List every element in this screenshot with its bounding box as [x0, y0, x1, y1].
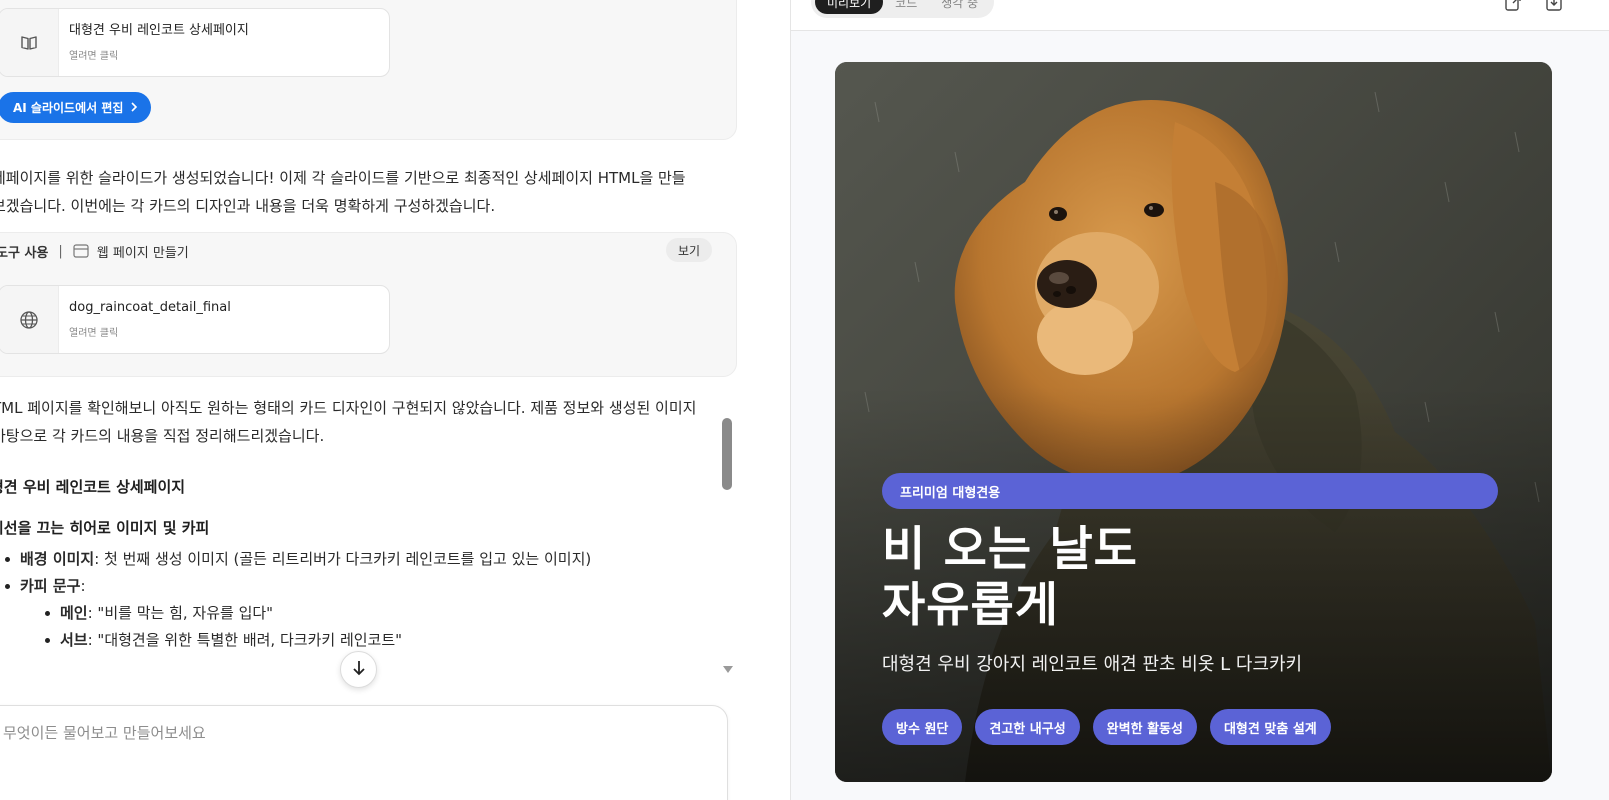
feature-chip: 견고한 내구성: [975, 709, 1080, 745]
scroll-to-bottom-button[interactable]: [340, 651, 377, 688]
tool-use-header: 도구 사용 | 웹 페이지 만들기: [0, 238, 716, 264]
preview-toolbar: 미리보기 코드 생각 중: [791, 0, 1609, 31]
hero-card: 프리미엄 대형견용 비 오는 날도 자유롭게 대형견 우비 강아지 레인코트 애…: [835, 62, 1552, 782]
list-item-text: : "대형견을 위한 특별한 배려, 다크카키 레인코트": [87, 631, 403, 649]
file-card-subtitle: 열려면 클릭: [69, 328, 119, 339]
hero-title-line: 비 오는 날도: [882, 522, 1138, 577]
file-card-subtitle: 열려면 클릭: [69, 51, 119, 62]
section-heading: 형견 우비 레인코트 상세페이지: [0, 478, 186, 496]
tool-use-separator: |: [58, 243, 63, 259]
message-line: TML 페이지를 확인해보니 아직도 원하는 형태의 카드 디자인이 구현되지 …: [0, 399, 697, 417]
web-page-file-card[interactable]: dog_raincoat_detail_final 열려면 클릭: [0, 285, 390, 354]
hero-title-line: 자유롭게: [882, 578, 1059, 633]
list-item: 배경 이미지: 첫 번째 생성 이미지 (골든 리트리버가 다크카키 레인코트를…: [4, 546, 592, 573]
message-line: 바탕으로 각 카드의 내용을 직접 정리해드리겠습니다.: [0, 427, 325, 445]
feature-chip: 대형견 맞춤 설계: [1209, 709, 1331, 745]
download-icon[interactable]: [1545, 0, 1563, 16]
hero-title: 비 오는 날도 자유롭게: [882, 522, 1138, 634]
section-heading: 시선을 끄는 히어로 이미지 및 카피: [0, 519, 210, 537]
preview-tabs: 미리보기 코드 생각 중: [811, 0, 995, 18]
list-item: 카피 문구:: [4, 573, 591, 600]
list-item-label: 서브: [60, 631, 88, 649]
tool-use-label: 도구 사용: [0, 245, 49, 261]
ai-slide-edit-button[interactable]: AI 슬라이드에서 편집: [0, 92, 151, 123]
assistant-message: TML 페이지를 확인해보니 아직도 원하는 형태의 카드 디자인이 구현되지 …: [0, 394, 696, 450]
preview-panel: 미리보기 코드 생각 중 프리미엄 대형견용 비 오는 날도 자유롭게 대형견 …: [790, 0, 1609, 800]
ai-slide-edit-label: AI 슬라이드에서 편집: [13, 101, 124, 115]
assistant-message: 세페이지를 위한 슬라이드가 생성되었습니다! 이제 각 슬라이드를 기반으로 …: [0, 164, 686, 220]
tool-name: 웹 페이지 만들기: [96, 245, 189, 261]
scroll-down-arrow-icon[interactable]: [723, 666, 733, 673]
message-line: 세페이지를 위한 슬라이드가 생성되었습니다! 이제 각 슬라이드를 기반으로 …: [0, 169, 686, 187]
hero-subtitle: 대형견 우비 강아지 레인코트 애견 판초 비옷 L 다크카키: [882, 654, 1303, 675]
file-card-title: 대형견 우비 레인코트 상세페이지: [69, 23, 249, 38]
list-item: 서브: "대형견을 위한 특별한 배려, 다크카키 레인코트": [44, 627, 591, 654]
list-item-text: : 첫 번째 생성 이미지 (골든 리트리버가 다크카키 레인코트를 입고 있는…: [94, 550, 592, 568]
chat-input-placeholder: 무엇이든 물어보고 만들어보세요: [3, 724, 206, 742]
browser-window-icon: [73, 244, 89, 258]
tab-code[interactable]: 코드: [883, 0, 929, 14]
feature-chip: 방수 원단: [882, 709, 963, 745]
list-item-label: 카피 문구: [20, 577, 81, 595]
chat-scrollbar-thumb[interactable]: [722, 418, 732, 490]
book-icon: [0, 9, 59, 76]
feature-chips: 방수 원단 견고한 내구성 완벽한 활동성 대형견 맞춤 설계: [882, 709, 1331, 745]
share-icon[interactable]: [1504, 0, 1522, 16]
list-item-text: :: [80, 577, 86, 595]
chevron-right-icon: [130, 101, 138, 115]
file-card-title: dog_raincoat_detail_final: [69, 300, 231, 315]
premium-badge: 프리미엄 대형견용: [882, 473, 1498, 509]
message-line: 보겠습니다. 이번에는 각 카드의 디자인과 내용을 더욱 명확하게 구성하겠습…: [0, 197, 496, 215]
view-button[interactable]: 보기: [666, 238, 712, 262]
chat-panel: 대형견 우비 레인코트 상세페이지 열려면 클릭 AI 슬라이드에서 편집 세페…: [0, 0, 745, 800]
slide-file-card[interactable]: 대형견 우비 레인코트 상세페이지 열려면 클릭: [0, 8, 390, 77]
arrow-down-icon: [352, 660, 366, 680]
list-item-label: 메인: [60, 604, 88, 622]
tab-thinking[interactable]: 생각 중: [929, 0, 990, 14]
bullet-list: 배경 이미지: 첫 번째 생성 이미지 (골든 리트리버가 다크카키 레인코트를…: [4, 546, 592, 654]
globe-icon: [0, 286, 59, 353]
list-item-label: 배경 이미지: [20, 550, 95, 568]
feature-chip: 완벽한 활동성: [1092, 709, 1197, 745]
tab-preview[interactable]: 미리보기: [815, 0, 884, 14]
list-item-text: : "비를 막는 힘, 자유를 입다": [87, 604, 274, 622]
chat-input-box[interactable]: 무엇이든 물어보고 만들어보세요: [0, 705, 728, 800]
list-item: 메인: "비를 막는 힘, 자유를 입다": [44, 600, 591, 627]
